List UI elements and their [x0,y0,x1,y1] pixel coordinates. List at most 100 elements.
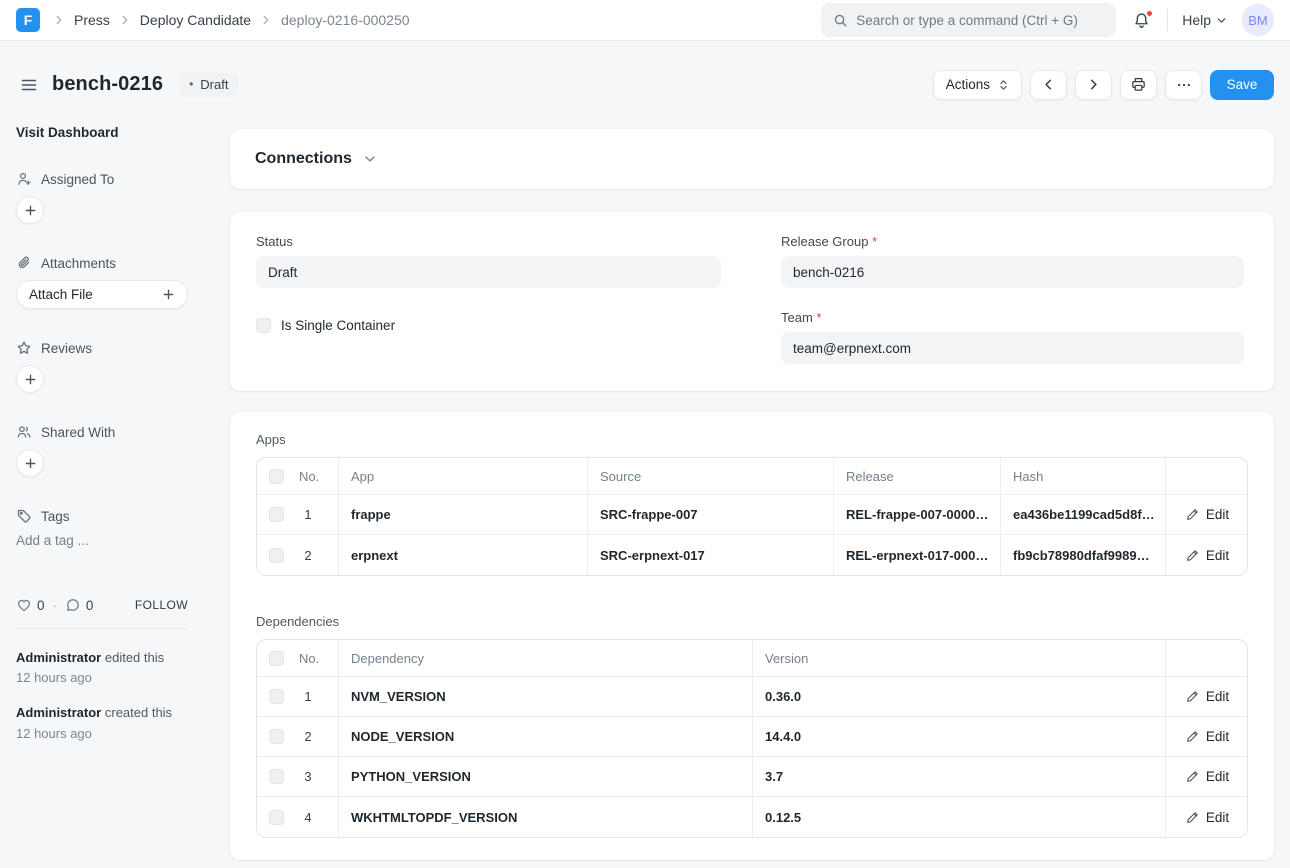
hash-cell[interactable]: fb9cb78980dfaf9989… [1001,535,1166,575]
next-document-button[interactable] [1075,70,1112,100]
row-checkbox[interactable] [269,548,284,563]
comment-count: 0 [86,598,94,613]
col-dependency: Dependency [339,640,753,677]
form-body: Connections Status Draft Is Single Conta… [230,129,1274,860]
release-group-field[interactable]: bench-0216 [781,256,1244,288]
edit-row-button[interactable]: Edit [1178,729,1237,744]
like-button[interactable]: 0 [16,597,45,613]
edit-row-button[interactable]: Edit [1178,769,1237,784]
single-container-label: Is Single Container [281,318,395,333]
row-checkbox[interactable] [269,507,284,522]
select-all-checkbox[interactable] [269,651,284,666]
breadcrumb-deploy-candidate[interactable]: Deploy Candidate [134,10,257,30]
connections-title: Connections [255,150,352,168]
release-cell[interactable]: REL-erpnext-017-000… [834,535,1001,575]
source-cell[interactable]: SRC-erpnext-017 [588,535,834,575]
more-options-button[interactable] [1165,70,1202,100]
breadcrumb-press[interactable]: Press [68,10,116,30]
row-checkbox[interactable] [269,810,284,825]
table-row[interactable]: 3 PYTHON_VERSION 3.7 Edit [257,757,1248,797]
row-checkbox[interactable] [269,689,284,704]
row-index: 4 [299,810,317,825]
assigned-to-label: Assigned To [41,172,114,187]
shared-with-label: Shared With [41,425,115,440]
release-cell[interactable]: REL-frappe-007-0000… [834,495,1001,535]
add-review-button[interactable] [16,365,44,393]
separator-dot: · [53,598,57,613]
edit-row-button[interactable]: Edit [1178,548,1237,563]
version-cell[interactable]: 0.36.0 [753,677,1166,717]
team-field[interactable]: team@erpnext.com [781,332,1244,364]
search-input[interactable] [856,13,1104,28]
follow-button[interactable]: FOLLOW [135,598,188,612]
status-field[interactable]: Draft [256,256,721,288]
select-all-checkbox[interactable] [269,469,284,484]
version-cell[interactable]: 0.12.5 [753,797,1166,837]
row-index: 3 [299,769,317,784]
edit-label: Edit [1206,810,1229,825]
comments-button[interactable]: 0 [65,597,94,613]
activity-time: 12 hours ago [16,725,215,743]
dependency-cell[interactable]: NVM_VERSION [339,677,753,717]
select-chevrons-icon [998,79,1009,91]
reviews-label: Reviews [41,341,92,356]
table-row[interactable]: 2 erpnext SRC-erpnext-017 REL-erpnext-01… [257,535,1248,575]
row-checkbox[interactable] [269,769,284,784]
form-sidebar: Visit Dashboard Assigned To Attachments … [16,125,215,743]
dependency-cell[interactable]: NODE_VERSION [339,717,753,757]
app-cell[interactable]: frappe [339,495,588,535]
table-row[interactable]: 2 NODE_VERSION 14.4.0 Edit [257,717,1248,757]
connections-section[interactable]: Connections [230,129,1274,189]
visit-dashboard-link[interactable]: Visit Dashboard [16,125,119,140]
edit-row-button[interactable]: Edit [1178,810,1237,825]
help-menu[interactable]: Help [1182,12,1228,28]
print-button[interactable] [1120,70,1157,100]
global-search[interactable] [821,3,1116,37]
single-container-checkbox-row[interactable]: Is Single Container [256,318,721,333]
edit-row-button[interactable]: Edit [1178,507,1237,522]
frappe-logo-icon[interactable]: F [16,8,40,32]
col-no: No. [299,651,319,666]
table-row[interactable]: 1 NVM_VERSION 0.36.0 Edit [257,677,1248,717]
pencil-icon [1186,770,1199,783]
version-cell[interactable]: 14.4.0 [753,717,1166,757]
table-row[interactable]: 4 WKHTMLTOPDF_VERSION 0.12.5 Edit [257,797,1248,837]
edit-row-button[interactable]: Edit [1178,689,1237,704]
user-avatar[interactable]: BM [1242,4,1274,36]
activity-action: created this [105,705,172,720]
version-cell[interactable]: 3.7 [753,757,1166,797]
source-cell[interactable]: SRC-frappe-007 [588,495,834,535]
help-label: Help [1182,12,1211,28]
activity-action: edited this [105,650,164,665]
notifications-bell-icon[interactable] [1130,9,1153,32]
save-button[interactable]: Save [1210,70,1274,100]
divider [1167,9,1168,31]
attach-file-button[interactable]: Attach File [16,280,188,309]
add-tag-input[interactable]: Add a tag ... [16,533,215,548]
activity-entry: Administrator edited this 12 hours ago [16,649,215,687]
release-group-label-text: Release Group [781,234,868,249]
sidebar-toggle-icon[interactable] [16,72,42,98]
dependency-cell[interactable]: WKHTMLTOPDF_VERSION [339,797,753,837]
app-cell[interactable]: erpnext [339,535,588,575]
col-hash: Hash [1001,458,1166,495]
breadcrumb-current[interactable]: deploy-0216-000250 [275,10,415,30]
checkbox[interactable] [256,318,271,333]
users-icon [16,424,32,440]
add-share-button[interactable] [16,449,44,477]
add-assignment-button[interactable] [16,196,44,224]
previous-document-button[interactable] [1030,70,1067,100]
col-app: App [339,458,588,495]
like-count: 0 [37,598,45,613]
status-badge-label: Draft [200,77,228,92]
row-checkbox[interactable] [269,729,284,744]
pencil-icon [1186,690,1199,703]
hash-cell[interactable]: ea436be1199cad5d8f… [1001,495,1166,535]
actions-dropdown[interactable]: Actions [933,70,1022,100]
chevron-right-icon [259,13,273,27]
table-row[interactable]: 1 frappe SRC-frappe-007 REL-frappe-007-0… [257,495,1248,535]
dependency-cell[interactable]: PYTHON_VERSION [339,757,753,797]
status-dot: • [189,78,193,90]
details-section: Status Draft Is Single Container Release… [230,212,1274,391]
activity-user: Administrator [16,650,101,665]
